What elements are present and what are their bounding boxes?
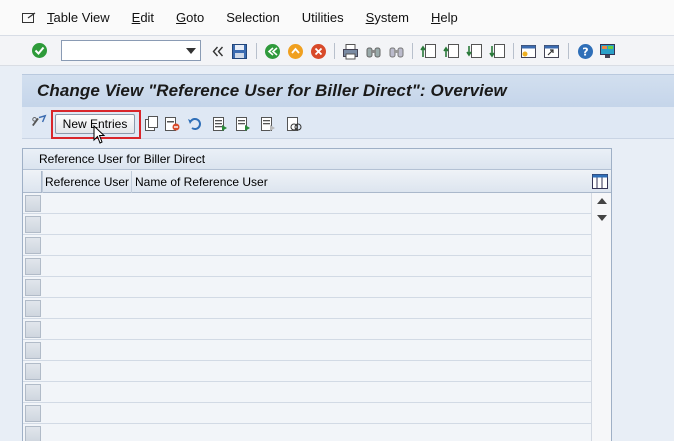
command-field[interactable] (61, 40, 201, 61)
column-header-reference-user[interactable]: Reference User (45, 175, 129, 189)
chevron-down-icon[interactable] (184, 43, 198, 58)
next-page-icon[interactable] (466, 43, 483, 60)
scroll-up-icon[interactable] (597, 198, 607, 204)
application-toolbar: New Entries (22, 107, 674, 139)
table-row[interactable] (23, 277, 591, 298)
row-selector[interactable] (25, 363, 41, 380)
table-body (23, 193, 591, 441)
back-double-arrow-icon[interactable] (210, 43, 227, 60)
last-page-icon[interactable] (489, 43, 506, 60)
menu-goto[interactable]: Goto (176, 10, 204, 25)
select-all-cell[interactable] (23, 171, 42, 193)
menu-bar: Table View Edit Goto Selection Utilities… (0, 0, 674, 36)
page-title: Change View "Reference User for Biller D… (37, 81, 507, 100)
first-page-icon[interactable] (420, 43, 437, 60)
row-selector[interactable] (25, 237, 41, 254)
menu-edit[interactable]: Edit (132, 10, 154, 25)
row-selector[interactable] (25, 195, 41, 212)
table-title: Reference User for Biller Direct (39, 152, 206, 166)
toolbar-separator (334, 43, 335, 59)
row-selector[interactable] (25, 279, 41, 296)
table-title-bar: Reference User for Biller Direct (23, 149, 611, 170)
toolbar-separator (412, 43, 413, 59)
table-row[interactable] (23, 298, 591, 319)
row-selector[interactable] (25, 405, 41, 422)
delete-icon[interactable] (164, 116, 180, 132)
table-row[interactable] (23, 214, 591, 235)
table-row[interactable] (23, 340, 591, 361)
scroll-down-icon[interactable] (597, 215, 607, 221)
menu-table-view[interactable]: Table View (47, 10, 110, 25)
mouse-pointer-icon (93, 125, 106, 144)
row-selector[interactable] (25, 321, 41, 338)
menu-selection[interactable]: Selection (226, 10, 279, 25)
select-all-icon[interactable] (212, 116, 228, 132)
exit-icon[interactable] (287, 43, 304, 60)
row-selector[interactable] (25, 258, 41, 275)
row-selector[interactable] (25, 216, 41, 233)
back-icon[interactable] (264, 43, 281, 60)
table-control: Reference User for Biller Direct Referen… (22, 148, 612, 441)
display-change-icon[interactable] (31, 114, 47, 130)
table-row[interactable] (23, 382, 591, 403)
table-row[interactable] (23, 256, 591, 277)
deselect-all-icon[interactable] (260, 116, 276, 132)
row-selector[interactable] (25, 384, 41, 401)
row-selector[interactable] (25, 426, 41, 441)
table-row[interactable] (23, 361, 591, 382)
layout-icon[interactable] (599, 43, 616, 60)
table-header: Reference User Name of Reference User (23, 171, 611, 193)
table-settings-icon[interactable] (592, 174, 608, 189)
create-session-icon[interactable] (520, 43, 537, 60)
svg-text:?: ? (582, 46, 588, 59)
find-icon[interactable] (365, 43, 382, 60)
menu-utilities[interactable]: Utilities (302, 10, 344, 25)
system-menu-icon[interactable] (22, 12, 36, 24)
previous-page-icon[interactable] (443, 43, 460, 60)
table-row[interactable] (23, 319, 591, 340)
menu-help[interactable]: Help (431, 10, 458, 25)
variant-icon[interactable] (286, 116, 302, 132)
select-block-icon[interactable] (235, 116, 251, 132)
save-icon[interactable] (231, 43, 248, 60)
find-next-icon[interactable] (388, 43, 405, 60)
row-selector[interactable] (25, 342, 41, 359)
shortcut-icon[interactable] (543, 43, 560, 60)
screen-title-bar: Change View "Reference User for Biller D… (22, 74, 674, 107)
toolbar-separator (256, 43, 257, 59)
help-icon[interactable]: ? (577, 43, 594, 60)
cancel-icon[interactable] (310, 43, 327, 60)
toolbar-separator (513, 43, 514, 59)
enter-check-icon[interactable] (31, 42, 48, 59)
undo-change-icon[interactable] (187, 116, 203, 132)
copy-as-icon[interactable] (143, 116, 159, 132)
table-row[interactable] (23, 193, 591, 214)
table-row[interactable] (23, 403, 591, 424)
standard-toolbar: ? (0, 36, 674, 66)
table-row[interactable] (23, 235, 591, 256)
print-icon[interactable] (342, 43, 359, 60)
column-header-name-of-reference-user[interactable]: Name of Reference User (135, 175, 268, 189)
menu-system[interactable]: System (366, 10, 409, 25)
vertical-scrollbar[interactable] (591, 193, 611, 441)
row-selector[interactable] (25, 300, 41, 317)
table-row[interactable] (23, 424, 591, 441)
toolbar-separator (568, 43, 569, 59)
